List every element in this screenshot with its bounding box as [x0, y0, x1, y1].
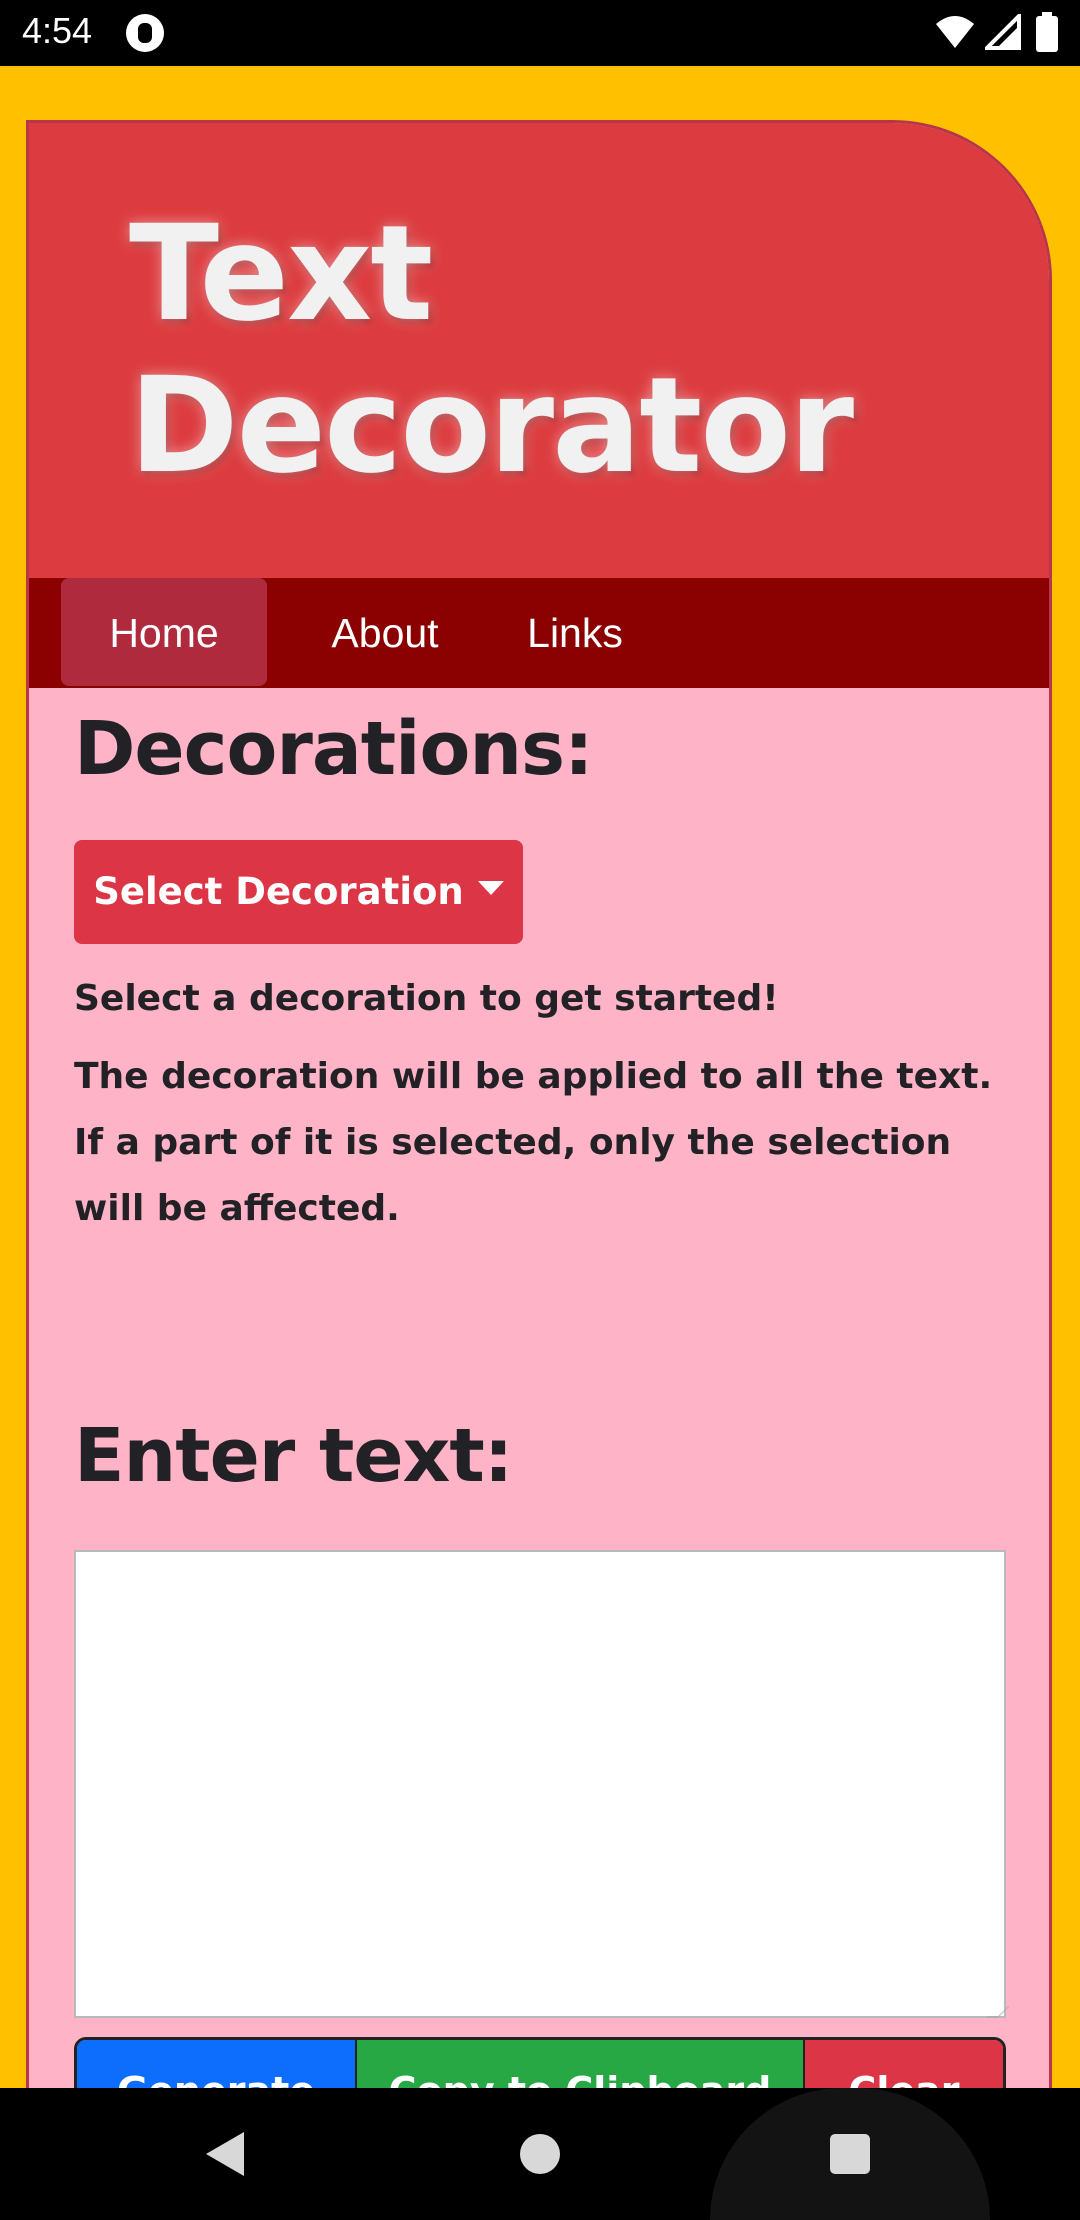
battery-icon: [1036, 12, 1058, 52]
title-line-1: Text: [129, 197, 433, 351]
signal-icon: [985, 14, 1021, 50]
select-decoration-dropdown[interactable]: Select Decoration: [74, 840, 523, 944]
generate-button[interactable]: Generate: [77, 2040, 357, 2090]
title-line-2: Decorator: [129, 349, 854, 503]
header: Text Decorator: [29, 123, 1049, 578]
clear-button[interactable]: Clear: [805, 2040, 1003, 2090]
decorations-heading: Decorations:: [74, 706, 594, 792]
enter-text-heading: Enter text:: [74, 1413, 513, 1499]
wifi-icon: [936, 16, 974, 48]
status-time: 4:54: [22, 10, 93, 51]
app-notification-icon: [126, 14, 164, 52]
dropdown-label: Select Decoration: [93, 870, 464, 913]
text-input-area[interactable]: [74, 1550, 1006, 2018]
decoration-description: The decoration will be applied to all th…: [74, 1056, 993, 1229]
nav-item-links[interactable]: Links: [495, 578, 655, 688]
main-card: Text Decorator Home About Links Decorati…: [26, 120, 1052, 2090]
copy-to-clipboard-button[interactable]: Copy to Clipboard: [357, 2040, 805, 2090]
system-nav-bar: [0, 2088, 1080, 2220]
status-bar: 4:54: [0, 0, 1080, 66]
nav-bar: Home About Links: [29, 578, 1049, 688]
nav-item-home[interactable]: Home: [61, 578, 267, 686]
home-icon[interactable]: [520, 2134, 560, 2174]
app-title: Text Decorator: [129, 197, 854, 503]
back-icon[interactable]: [206, 2132, 244, 2176]
action-button-group: Generate Copy to Clipboard Clear: [74, 2037, 1006, 2090]
caret-down-icon: [477, 880, 504, 895]
recents-icon[interactable]: [830, 2134, 870, 2174]
decoration-hint: Select a decoration to get started!: [74, 978, 779, 1019]
nav-item-about[interactable]: About: [293, 578, 477, 688]
